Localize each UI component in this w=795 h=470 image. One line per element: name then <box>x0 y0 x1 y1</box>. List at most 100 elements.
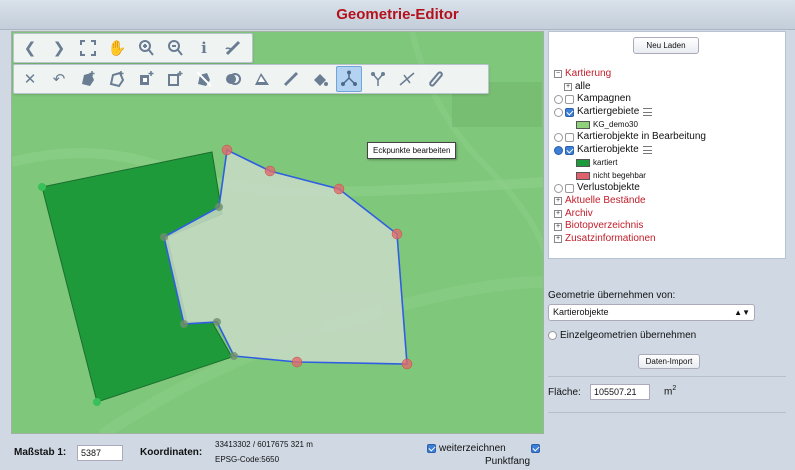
layer-radio[interactable] <box>554 145 563 155</box>
continue-drawing-option[interactable]: weiterzeichnen <box>427 443 506 454</box>
forward-arrow-icon[interactable]: ❯ <box>46 35 72 61</box>
expand-icon[interactable]: + <box>564 83 572 92</box>
info-icon[interactable]: i <box>191 35 217 61</box>
title-bar: Geometrie-Editor <box>0 0 795 30</box>
buffer-icon[interactable] <box>249 66 275 92</box>
tree-label: Kartierobjekte in Bearbeitung <box>577 131 706 143</box>
ruler-icon[interactable] <box>278 66 304 92</box>
data-import-button[interactable]: Daten-Import <box>638 354 700 369</box>
tree-label: Kartierung <box>565 68 612 79</box>
layer-checkbox[interactable] <box>565 95 574 105</box>
add-polygon-icon[interactable] <box>75 66 101 92</box>
tree-item-alle[interactable]: + alle <box>554 81 785 94</box>
legend-item-nicht-begehbar: nicht begehbar <box>554 170 785 183</box>
area-unit: m2 <box>664 385 676 397</box>
collapse-icon[interactable]: − <box>554 70 562 79</box>
merge-icon[interactable] <box>220 66 246 92</box>
tree-label: Zusatzinformationen <box>565 232 656 244</box>
geometry-panel: Geometrie übernehmen von: Kartierobjekte… <box>548 262 786 434</box>
geometry-source-select[interactable]: Kartierobjekte ▲▼ <box>548 304 755 321</box>
scale-label: Maßstab 1: <box>14 447 67 458</box>
pan-hand-icon[interactable]: ✋ <box>104 35 130 61</box>
layer-checkbox[interactable] <box>565 145 574 155</box>
tree-label: alle <box>575 80 591 92</box>
split-icon[interactable] <box>162 66 188 92</box>
tree-item-biotopverzeichnis[interactable]: + Biotopverzeichnis <box>554 220 785 233</box>
add-part-icon[interactable] <box>133 66 159 92</box>
map-canvas[interactable]: ❮ ❯ ✋ i ✕ ↶ Eckpunkte bearbeiten <box>11 31 544 434</box>
back-arrow-icon[interactable]: ❮ <box>17 35 43 61</box>
status-bar: Maßstab 1: 5387 Koordinaten: 33413302 / … <box>0 434 795 470</box>
expand-icon[interactable]: + <box>554 197 562 206</box>
delete-icon[interactable]: ✕ <box>17 66 43 92</box>
tree-label: Biotopverzeichnis <box>565 220 644 232</box>
single-geometries-label: Einzelgeometrien übernehmen <box>560 330 697 341</box>
split-line-icon[interactable] <box>394 66 420 92</box>
legend-swatch <box>576 121 590 130</box>
tree-label: Archiv <box>565 207 593 219</box>
tree-label: Kartierobjekte <box>577 144 639 156</box>
tree-item-zusatzinformationen[interactable]: + Zusatzinformationen <box>554 233 785 246</box>
scroll-fade <box>549 250 785 258</box>
remove-icon[interactable] <box>191 66 217 92</box>
line-tool-icon[interactable] <box>423 66 449 92</box>
measure-icon[interactable] <box>220 35 246 61</box>
edit-vertices-icon[interactable] <box>336 66 362 92</box>
window-title: Geometrie-Editor <box>336 6 459 23</box>
tree-label: Verlustobjekte <box>577 182 640 194</box>
fullscreen-icon[interactable] <box>75 35 101 61</box>
legend-item-kartiert: kartiert <box>554 157 785 170</box>
single-geometries-option[interactable]: Einzelgeometrien übernehmen <box>548 330 696 341</box>
move-vertex-icon[interactable] <box>365 66 391 92</box>
menu-icon[interactable] <box>643 108 653 117</box>
continue-drawing-label: weiterzeichnen <box>439 443 506 454</box>
tree-item-in-bearbeitung[interactable]: Kartierobjekte in Bearbeitung <box>554 131 785 144</box>
tree-item-archiv[interactable]: + Archiv <box>554 208 785 221</box>
tree-item-kartiergebiete[interactable]: Kartiergebiete <box>554 106 785 119</box>
add-ring-icon[interactable] <box>104 66 130 92</box>
zoom-in-icon[interactable] <box>133 35 159 61</box>
tree-item-aktuelle-bestaende[interactable]: + Aktuelle Bestände <box>554 195 785 208</box>
single-geometries-checkbox[interactable] <box>548 331 557 340</box>
reload-button[interactable]: Neu Laden <box>633 37 699 54</box>
epsg-code: EPSG-Code:5650 <box>215 455 280 464</box>
undo-icon[interactable]: ↶ <box>46 66 72 92</box>
layer-radio[interactable] <box>554 184 563 194</box>
legend-label: KG_demo30 <box>593 119 638 129</box>
area-unit-exponent: 2 <box>672 385 677 392</box>
divider <box>548 376 786 377</box>
layer-tree: − Kartierung + alle Kampagnen Kartiergebie… <box>554 68 785 246</box>
legend-item-kg-demo: KG_demo30 <box>554 119 785 132</box>
zoom-out-icon[interactable] <box>162 35 188 61</box>
legend-swatch <box>576 159 590 168</box>
area-label: Fläche: <box>548 387 581 398</box>
snap-label: Punktfang <box>485 456 531 467</box>
snap-checkbox[interactable] <box>531 444 540 453</box>
paint-icon[interactable] <box>307 66 333 92</box>
legend-label: nicht begehbar <box>593 170 646 180</box>
continue-drawing-checkbox[interactable] <box>427 444 436 453</box>
layer-radio[interactable] <box>554 133 563 143</box>
layer-checkbox[interactable] <box>565 107 574 117</box>
select-value: Kartierobjekte <box>553 307 609 317</box>
tree-item-kartierung[interactable]: − Kartierung <box>554 68 785 81</box>
layer-checkbox[interactable] <box>565 133 574 143</box>
expand-icon[interactable]: + <box>554 235 562 244</box>
expand-icon[interactable]: + <box>554 209 562 218</box>
layer-radio[interactable] <box>554 95 563 105</box>
tree-item-verlustobjekte[interactable]: Verlustobjekte <box>554 182 785 195</box>
legend-swatch <box>576 171 590 180</box>
tooltip-edit-vertices: Eckpunkte bearbeiten <box>367 142 457 159</box>
select-arrow-icon: ▲▼ <box>734 308 750 317</box>
layer-panel: Neu Laden − Kartierung + alle Kampagnen Ka… <box>548 31 786 259</box>
layer-checkbox[interactable] <box>565 184 574 194</box>
scale-field[interactable]: 5387 <box>77 445 123 461</box>
geometry-source-label: Geometrie übernehmen von: <box>548 290 676 301</box>
navigation-toolbar: ❮ ❯ ✋ i <box>13 33 253 63</box>
layer-radio[interactable] <box>554 107 563 117</box>
menu-icon[interactable] <box>642 146 652 155</box>
tree-item-kartierobjekte[interactable]: Kartierobjekte <box>554 144 785 157</box>
area-field[interactable]: 105507.21 <box>590 384 650 400</box>
expand-icon[interactable]: + <box>554 222 562 231</box>
tree-item-kampagnen[interactable]: Kampagnen <box>554 93 785 106</box>
